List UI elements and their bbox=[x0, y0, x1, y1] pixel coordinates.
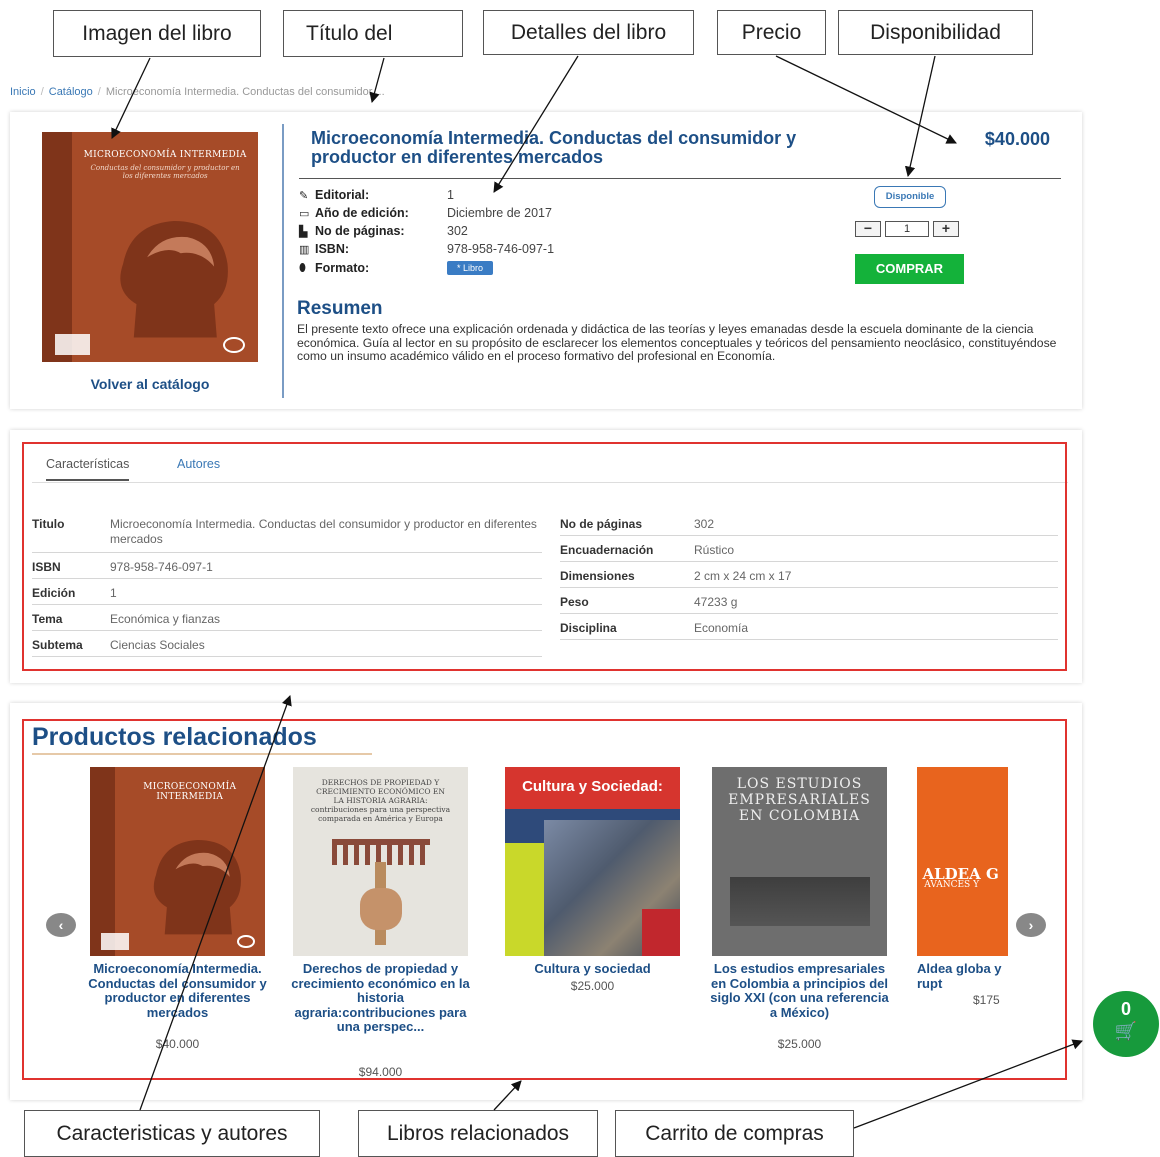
related-card[interactable]: ALDEA G AVANCES Y Aldea globa y rupt bbox=[917, 767, 1008, 1007]
spec-row: Peso 47233 g bbox=[560, 588, 1058, 614]
spec-key: Disciplina bbox=[560, 621, 617, 635]
tab-authors[interactable]: Autores bbox=[177, 457, 220, 479]
spec-key: ISBN bbox=[32, 560, 61, 574]
related-name[interactable]: Derechos de propiedad y crecimiento econ… bbox=[289, 961, 472, 1035]
characteristics-panel: Características Autores Titulo Microecono… bbox=[10, 430, 1082, 683]
breadcrumb-catalog[interactable]: Catálogo bbox=[49, 86, 93, 98]
callout-availability: Disponibilidad bbox=[838, 10, 1033, 55]
head-silhouette-icon bbox=[153, 840, 241, 935]
head-silhouette-icon bbox=[120, 220, 228, 338]
format-tag[interactable]: * Libro bbox=[447, 261, 494, 275]
calendar-icon: ▭ bbox=[299, 207, 310, 220]
cover-subtitle: Conductas del consumidor y productor en … bbox=[90, 164, 240, 181]
spec-value: 47233 g bbox=[694, 595, 738, 609]
spec-value: Microeconomía Intermedia. Conductas del … bbox=[110, 517, 537, 546]
spec-key: Peso bbox=[560, 595, 589, 609]
spec-value: Economía bbox=[694, 621, 749, 635]
detail-edition-year: ▭ Año de edición: Diciembre de 2017 bbox=[299, 206, 552, 220]
related-cover-image[interactable]: ALDEA G AVANCES Y bbox=[917, 767, 1008, 956]
related-name[interactable]: Microeconomía Intermedia. Conductas del … bbox=[86, 961, 269, 1020]
breadcrumb-home[interactable]: Inicio bbox=[10, 86, 36, 98]
callout-price: Precio bbox=[717, 10, 826, 55]
cover-title: MICROECONOMÍA INTERMEDIA bbox=[83, 150, 247, 161]
spec-row: Encuadernación Rústico bbox=[560, 536, 1058, 562]
product-panel: MICROECONOMÍA INTERMEDIA Conductas del c… bbox=[10, 112, 1082, 409]
detail-isbn: ▥ ISBN: 978-958-746-097-1 bbox=[299, 242, 555, 256]
spec-row: Subtema Ciencias Sociales bbox=[32, 631, 542, 657]
related-cover-image[interactable]: LOS ESTUDIOS EMPRESARIALES EN COLOMBIA bbox=[712, 767, 887, 956]
related-price: $25.000 bbox=[777, 1037, 822, 1051]
callout-cart: Carrito de compras bbox=[615, 1110, 854, 1157]
breadcrumb: Inicio / Catálogo / Microeconomía Intermedia… bbox=[10, 86, 385, 98]
carousel-next-icon[interactable]: › bbox=[1016, 913, 1046, 937]
spec-value: 1 bbox=[110, 586, 117, 600]
callout-book-image: Imagen del libro bbox=[53, 10, 261, 57]
related-price: $25.000 bbox=[570, 979, 615, 993]
qty-input[interactable]: 1 bbox=[885, 221, 929, 237]
related-cover-image[interactable]: MICROECONOMÍA INTERMEDIA bbox=[90, 767, 265, 956]
summary-title: Resumen bbox=[297, 298, 383, 319]
vertical-divider bbox=[282, 124, 284, 398]
tags-icon: ⬮ bbox=[299, 261, 306, 274]
availability-badge: Disponible bbox=[874, 186, 946, 208]
qty-plus-button[interactable]: + bbox=[933, 221, 959, 237]
spec-row: Edición 1 bbox=[32, 579, 542, 605]
summary-text: El presente texto ofrece una explicación… bbox=[297, 322, 1057, 364]
spec-key: Encuadernación bbox=[560, 543, 654, 557]
spec-row: No de páginas 302 bbox=[560, 510, 1058, 536]
spec-row: ISBN 978-958-746-097-1 bbox=[32, 553, 542, 579]
breadcrumb-current: Microeconomía Intermedia. Conductas del … bbox=[105, 86, 385, 98]
spec-row: Tema Económica y fianzas bbox=[32, 605, 542, 631]
spec-key: No de páginas bbox=[560, 517, 643, 531]
related-name[interactable]: Cultura y sociedad bbox=[501, 961, 684, 977]
detail-format: ⬮ Formato: * Libro bbox=[299, 259, 494, 277]
quantity-stepper: − 1 + bbox=[855, 220, 959, 238]
related-name[interactable]: Aldea globa y rupt bbox=[917, 961, 1008, 991]
buy-button[interactable]: COMPRAR bbox=[855, 254, 964, 284]
related-price: $40.000 bbox=[155, 1037, 200, 1051]
title-divider bbox=[299, 178, 1061, 179]
spec-row: Disciplina Economía bbox=[560, 614, 1058, 640]
book-title: Microeconomía Intermedia. Conductas del … bbox=[311, 128, 797, 167]
related-title: Productos relacionados bbox=[32, 723, 317, 751]
pencil-icon: ✎ bbox=[299, 189, 309, 202]
related-price: $94.000 bbox=[358, 1065, 403, 1079]
tab-characteristics[interactable]: Características bbox=[46, 457, 130, 481]
cart-count: 0 bbox=[1120, 999, 1131, 1019]
cart-button[interactable]: 0 🛒 bbox=[1093, 991, 1159, 1057]
detail-editorial: ✎ Editorial: 1 bbox=[299, 188, 454, 202]
cart-icon: 🛒 bbox=[1114, 1021, 1138, 1041]
qty-minus-button[interactable]: − bbox=[855, 221, 881, 237]
barcode-icon: ▥ bbox=[299, 243, 310, 256]
spec-value: Económica y fianzas bbox=[110, 612, 221, 626]
spec-value: 2 cm x 24 cm x 17 bbox=[694, 569, 792, 583]
book-price: $40.000 bbox=[984, 129, 1050, 149]
spec-value: 978-958-746-097-1 bbox=[110, 560, 213, 574]
callout-book-details: Detalles del libro bbox=[483, 10, 694, 55]
spec-value: Rústico bbox=[694, 543, 735, 557]
spec-value: Ciencias Sociales bbox=[110, 638, 205, 652]
spec-key: Edición bbox=[32, 586, 76, 600]
spec-row: Dimensiones 2 cm x 24 cm x 17 bbox=[560, 562, 1058, 588]
related-price: $175 bbox=[973, 993, 1000, 1007]
carousel-prev-icon[interactable]: ‹ bbox=[46, 913, 76, 937]
spec-key: Tema bbox=[32, 612, 63, 626]
spec-row: Titulo Microeconomía Intermedia. Conducta… bbox=[32, 510, 542, 553]
spec-key: Dimensiones bbox=[560, 569, 635, 583]
callout-features-authors: Caracteristicas y autores bbox=[24, 1110, 320, 1157]
related-cover-image[interactable]: Cultura y Sociedad: bbox=[505, 767, 680, 956]
back-to-catalog-link[interactable]: Volver al catálogo bbox=[42, 376, 258, 392]
related-cover-image[interactable]: DERECHOS DE PROPIEDAD Y CRECIMIENTO ECON… bbox=[293, 767, 468, 956]
callout-book-title: Título del bbox=[283, 10, 463, 57]
file-icon: ▙ bbox=[299, 225, 308, 238]
book-cover-image: MICROECONOMÍA INTERMEDIA Conductas del c… bbox=[42, 132, 258, 362]
related-name[interactable]: Los estudios empresariales en Colombia a… bbox=[708, 961, 891, 1020]
callout-related-books: Libros relacionados bbox=[358, 1110, 598, 1157]
detail-pages: ▙ No de páginas: 302 bbox=[299, 224, 468, 238]
spec-key: Subtema bbox=[32, 638, 83, 652]
related-products-panel: Productos relacionados ‹ › MICROECONOMÍA… bbox=[10, 703, 1082, 1100]
spec-value: 302 bbox=[694, 517, 715, 531]
spec-key: Titulo bbox=[32, 517, 65, 531]
